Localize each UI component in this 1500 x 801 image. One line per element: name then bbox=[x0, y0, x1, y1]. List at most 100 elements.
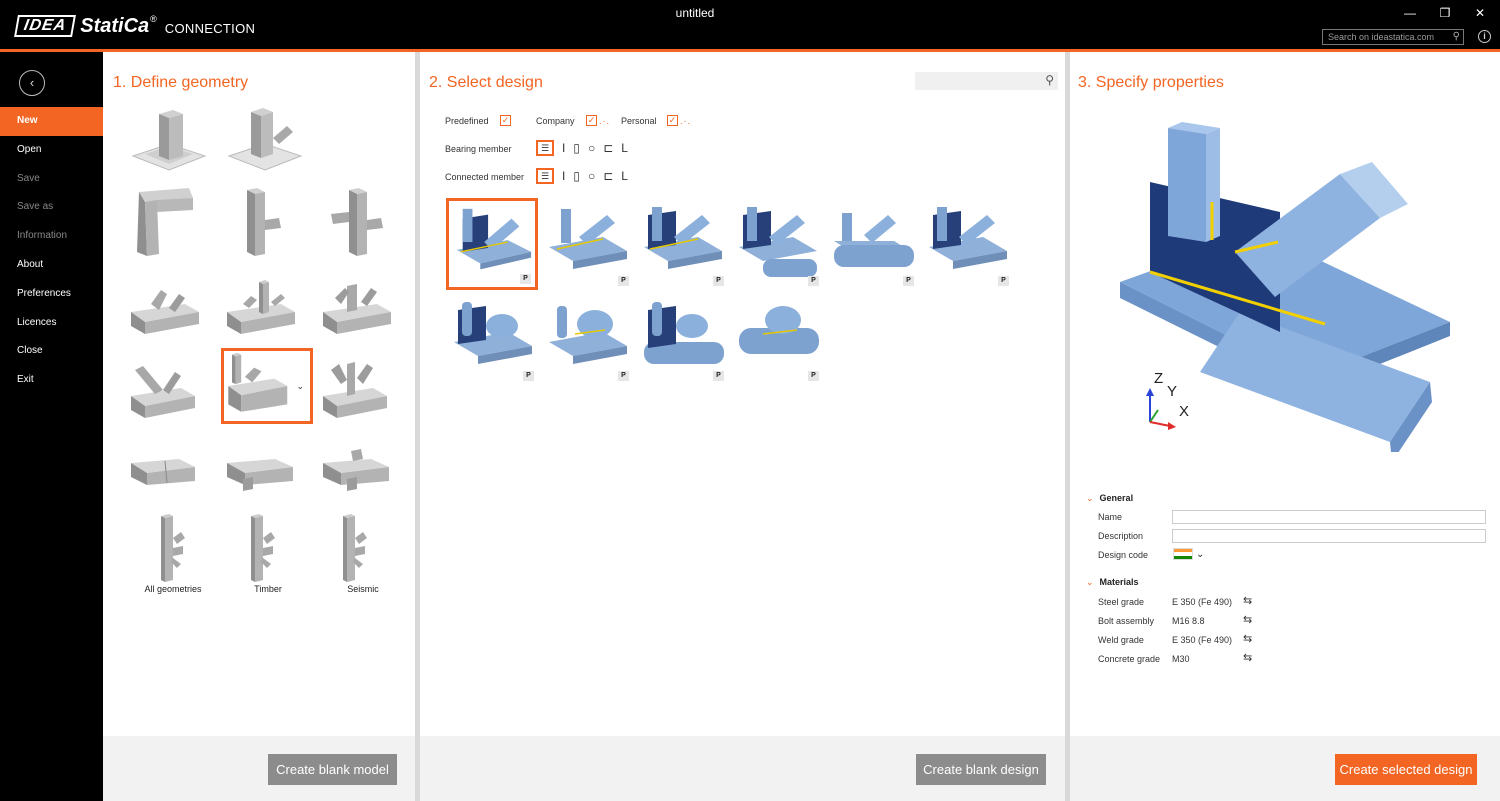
design-panel-title: 2. Select design bbox=[429, 74, 543, 91]
geometry-beam-multi-brace[interactable] bbox=[317, 274, 409, 350]
create-selected-design-button[interactable]: Create selected design bbox=[1335, 754, 1477, 785]
close-window-icon[interactable]: ✕ bbox=[1468, 4, 1492, 22]
geometry-base-plate[interactable] bbox=[125, 104, 217, 180]
angle-section-icon[interactable]: L bbox=[621, 169, 628, 183]
concrete-grade-label: Concrete grade bbox=[1098, 654, 1161, 664]
rhs-section-icon[interactable]: ▯ bbox=[573, 141, 580, 155]
product-name: CONNECTION bbox=[164, 20, 256, 36]
sidebar-item-about[interactable]: About bbox=[0, 251, 103, 280]
design-thumbnail[interactable]: P bbox=[446, 198, 538, 290]
create-blank-model-button[interactable]: Create blank model bbox=[268, 754, 397, 785]
design-code-dropdown-chevron-icon[interactable]: ⌄ bbox=[1196, 549, 1204, 560]
swap-arrows-icon[interactable]: ⇆ bbox=[1243, 651, 1252, 664]
predefined-badge: P bbox=[523, 371, 534, 381]
design-thumbnail[interactable]: P bbox=[545, 296, 633, 384]
sidebar-item-new[interactable]: New bbox=[0, 107, 103, 136]
sidebar-item-licences[interactable]: Licences bbox=[0, 309, 103, 338]
sidebar-item-save[interactable]: Save bbox=[0, 165, 103, 194]
window-title: untitled bbox=[675, 6, 715, 20]
chs-section-icon[interactable]: ○ bbox=[588, 141, 595, 155]
search-icon[interactable]: ⚲ bbox=[1045, 73, 1054, 87]
bolt-assembly-value: M16 8.8 bbox=[1172, 616, 1205, 626]
geometry-knee[interactable] bbox=[125, 184, 217, 260]
geometry-all-label: All geometries bbox=[144, 584, 202, 594]
design-thumbnail[interactable]: P bbox=[925, 201, 1013, 289]
design-thumbnail[interactable]: P bbox=[545, 201, 633, 289]
restore-icon[interactable]: ❐ bbox=[1433, 4, 1457, 22]
connected-member-label: Connected member bbox=[445, 172, 525, 182]
sidebar-item-close[interactable]: Close bbox=[0, 337, 103, 366]
design-footer: Create blank design bbox=[420, 736, 1065, 801]
web-search-placeholder: Search on ideastatica.com bbox=[1328, 32, 1435, 42]
angle-section-icon[interactable]: L bbox=[621, 141, 628, 155]
predefined-checkbox[interactable]: ✓ bbox=[500, 115, 511, 126]
geometry-beam-cross-stub[interactable] bbox=[317, 437, 409, 513]
geometry-beam-column-brace[interactable] bbox=[221, 274, 313, 350]
i-section-icon[interactable]: I bbox=[562, 169, 565, 183]
minimize-icon[interactable]: — bbox=[1398, 4, 1422, 22]
geometry-all[interactable] bbox=[125, 510, 217, 586]
chs-section-icon[interactable]: ○ bbox=[588, 169, 595, 183]
geometry-splice[interactable] bbox=[125, 437, 217, 513]
geometry-base-plate-brace[interactable] bbox=[221, 104, 313, 180]
geometry-seismic[interactable] bbox=[317, 510, 409, 586]
chevron-down-icon[interactable]: ⌄ bbox=[1086, 493, 1094, 503]
design-thumbnail[interactable]: P bbox=[830, 201, 918, 289]
info-icon[interactable]: i bbox=[1478, 30, 1491, 43]
chevron-down-icon[interactable]: ⌄ bbox=[1086, 577, 1094, 587]
design-thumbnail[interactable]: P bbox=[450, 296, 538, 384]
steel-grade-value: E 350 (Fe 490) bbox=[1172, 597, 1233, 607]
geometry-beam-v-brace[interactable] bbox=[125, 354, 217, 430]
design-thumbnail[interactable]: P bbox=[735, 201, 823, 289]
design-thumbnail[interactable]: P bbox=[640, 296, 728, 384]
back-arrow-icon[interactable]: ‹ bbox=[19, 70, 45, 96]
general-section-header[interactable]: ⌄ General bbox=[1086, 493, 1133, 504]
channel-section-icon[interactable]: ⊏ bbox=[603, 169, 613, 183]
company-checkbox[interactable]: ✓ bbox=[586, 115, 597, 126]
channel-section-icon[interactable]: ⊏ bbox=[603, 141, 613, 155]
design-thumbnail[interactable]: P bbox=[640, 201, 728, 289]
create-blank-design-button[interactable]: Create blank design bbox=[916, 754, 1046, 785]
design-thumbnail[interactable]: P bbox=[735, 296, 823, 384]
india-flag-icon[interactable] bbox=[1173, 548, 1193, 560]
sidebar-item-save-as[interactable]: Save as bbox=[0, 193, 103, 222]
search-icon[interactable]: ⚲ bbox=[1453, 30, 1460, 44]
sidebar-item-preferences[interactable]: Preferences bbox=[0, 280, 103, 309]
geometry-timber[interactable] bbox=[221, 510, 313, 586]
personal-checkbox[interactable]: ✓ bbox=[667, 115, 678, 126]
predefined-badge: P bbox=[903, 276, 914, 286]
materials-section-header[interactable]: ⌄ Materials bbox=[1086, 577, 1139, 588]
name-input[interactable] bbox=[1172, 510, 1486, 524]
i-section-icon[interactable]: I bbox=[562, 141, 565, 155]
geometry-beam-column-brace-selected[interactable]: ⌄ bbox=[221, 348, 313, 424]
geometry-beam-y-brace[interactable] bbox=[317, 354, 409, 430]
properties-footer: Create selected design bbox=[1070, 736, 1500, 801]
geometry-beam-stub[interactable] bbox=[221, 437, 313, 513]
design-search-input[interactable]: ⚲ bbox=[915, 72, 1058, 90]
bearing-member-label: Bearing member bbox=[445, 144, 512, 154]
swap-arrows-icon[interactable]: ⇆ bbox=[1243, 594, 1252, 607]
geometry-tee[interactable] bbox=[221, 184, 313, 260]
geometry-beam-two-braces[interactable] bbox=[125, 274, 217, 350]
axis-y-label: Y bbox=[1167, 383, 1178, 400]
rhs-section-icon[interactable]: ▯ bbox=[573, 169, 580, 183]
sidebar: ‹ New Open Save Save as Information Abou… bbox=[0, 52, 103, 801]
swap-arrows-icon[interactable]: ⇆ bbox=[1243, 632, 1252, 645]
web-search-input[interactable]: Search on ideastatica.com ⚲ bbox=[1322, 29, 1464, 45]
personal-more-icon[interactable]: .·. bbox=[680, 116, 691, 126]
sidebar-item-exit[interactable]: Exit bbox=[0, 366, 103, 395]
geometry-cross[interactable] bbox=[317, 184, 409, 260]
chevron-down-icon[interactable]: ⌄ bbox=[296, 381, 304, 392]
geometry-panel: 1. Define geometry ⌄ All geometries Timb… bbox=[103, 52, 415, 801]
sidebar-item-information[interactable]: Information bbox=[0, 222, 103, 251]
predefined-badge: P bbox=[520, 274, 531, 284]
swap-arrows-icon[interactable]: ⇆ bbox=[1243, 613, 1252, 626]
geometry-seismic-label: Seismic bbox=[347, 584, 379, 594]
all-sections-icon[interactable]: ☰ bbox=[536, 140, 554, 156]
weld-grade-label: Weld grade bbox=[1098, 635, 1144, 645]
company-more-icon[interactable]: .·. bbox=[599, 116, 610, 126]
sidebar-item-open[interactable]: Open bbox=[0, 136, 103, 165]
design-code-label: Design code bbox=[1098, 550, 1149, 560]
description-input[interactable] bbox=[1172, 529, 1486, 543]
all-sections-icon[interactable]: ☰ bbox=[536, 168, 554, 184]
